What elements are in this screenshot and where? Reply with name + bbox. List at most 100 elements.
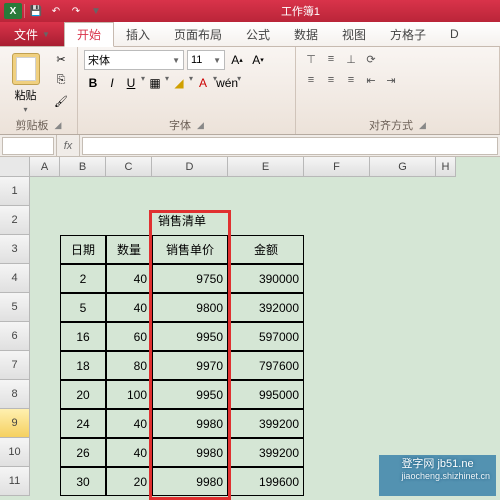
dialog-launcher-icon[interactable]: ◢ [197, 120, 204, 131]
row-header[interactable]: 2 [0, 206, 30, 235]
fill-color-button[interactable]: ◢ [170, 74, 188, 92]
cell[interactable]: 金额 [228, 235, 304, 264]
cell[interactable]: 399200 [228, 438, 304, 467]
column-header[interactable]: H [436, 157, 456, 177]
cell[interactable]: 40 [106, 409, 152, 438]
tab-formulas[interactable]: 公式 [234, 22, 282, 46]
italic-button[interactable]: I [103, 74, 121, 92]
qat-dropdown-icon[interactable]: ▼ [87, 3, 105, 19]
cell[interactable]: 40 [106, 438, 152, 467]
increase-indent-icon[interactable]: ⇥ [382, 71, 400, 89]
cell[interactable]: 销售单价 [152, 235, 228, 264]
formula-input[interactable] [82, 137, 498, 155]
chevron-down-icon[interactable]: ▾ [165, 74, 169, 92]
format-painter-button[interactable]: 🖌 [51, 92, 71, 110]
tab-file[interactable]: 文件▼ [0, 22, 64, 46]
align-right-icon[interactable]: ≡ [342, 71, 360, 89]
orientation-icon[interactable]: ⟳ [362, 50, 380, 68]
column-header[interactable]: G [370, 157, 436, 177]
cell[interactable]: 20 [60, 380, 106, 409]
cell[interactable]: 60 [106, 322, 152, 351]
font-size-select[interactable]: 11▼ [187, 50, 225, 70]
cell[interactable]: 40 [106, 264, 152, 293]
worksheet-grid[interactable]: ABCDEFGH 1234567891011 销售清单日期数量销售单价金额240… [0, 157, 500, 500]
cell[interactable]: 9980 [152, 467, 228, 496]
cell[interactable]: 9950 [152, 380, 228, 409]
row-header[interactable]: 6 [0, 322, 30, 351]
align-left-icon[interactable]: ≡ [302, 71, 320, 89]
chevron-down-icon[interactable]: ▾ [237, 74, 241, 92]
column-header[interactable]: A [30, 157, 60, 177]
decrease-font-icon[interactable]: A▾ [249, 51, 267, 69]
chevron-down-icon[interactable]: ▾ [141, 74, 145, 92]
cell[interactable]: 26 [60, 438, 106, 467]
font-color-button[interactable]: A [194, 74, 212, 92]
dialog-launcher-icon[interactable]: ◢ [55, 120, 62, 131]
decrease-indent-icon[interactable]: ⇤ [362, 71, 380, 89]
select-all-corner[interactable] [0, 157, 30, 177]
row-header[interactable]: 11 [0, 467, 30, 496]
undo-icon[interactable]: ↶ [47, 3, 65, 19]
column-header[interactable]: C [106, 157, 152, 177]
redo-icon[interactable]: ↷ [67, 3, 85, 19]
column-header[interactable]: D [152, 157, 228, 177]
cell[interactable]: 9980 [152, 409, 228, 438]
cell[interactable]: 392000 [228, 293, 304, 322]
increase-font-icon[interactable]: A▴ [228, 51, 246, 69]
row-header[interactable]: 4 [0, 264, 30, 293]
tab-page-layout[interactable]: 页面布局 [162, 22, 234, 46]
phonetic-button[interactable]: wén [218, 74, 236, 92]
tab-home[interactable]: 开始 [64, 22, 114, 47]
row-header[interactable]: 5 [0, 293, 30, 322]
cell[interactable]: 80 [106, 351, 152, 380]
row-header[interactable]: 9 [0, 409, 30, 438]
cell[interactable]: 9750 [152, 264, 228, 293]
cell[interactable]: 9970 [152, 351, 228, 380]
cell[interactable]: 18 [60, 351, 106, 380]
cell[interactable]: 390000 [228, 264, 304, 293]
underline-button[interactable]: U [122, 74, 140, 92]
paste-button[interactable]: 粘贴 ▾ [6, 50, 45, 116]
tab-data[interactable]: 数据 [282, 22, 330, 46]
cell[interactable]: 797600 [228, 351, 304, 380]
font-name-select[interactable]: 宋体▼ [84, 50, 184, 70]
cell[interactable]: 9950 [152, 322, 228, 351]
cell[interactable]: 2 [60, 264, 106, 293]
name-box[interactable] [2, 137, 54, 155]
cell[interactable]: 24 [60, 409, 106, 438]
tab-fanggezi[interactable]: 方格子 [378, 22, 438, 46]
copy-button[interactable]: ⎘ [51, 71, 71, 89]
cell[interactable]: 16 [60, 322, 106, 351]
column-header[interactable]: B [60, 157, 106, 177]
row-header[interactable]: 10 [0, 438, 30, 467]
cell[interactable]: 30 [60, 467, 106, 496]
cell[interactable]: 597000 [228, 322, 304, 351]
row-header[interactable]: 3 [0, 235, 30, 264]
align-top-icon[interactable]: ⊤ [302, 50, 320, 68]
fx-icon[interactable]: fx [56, 135, 80, 156]
tab-d[interactable]: D [438, 22, 471, 46]
cell[interactable]: 20 [106, 467, 152, 496]
column-header[interactable]: F [304, 157, 370, 177]
tab-view[interactable]: 视图 [330, 22, 378, 46]
cell[interactable]: 9800 [152, 293, 228, 322]
align-middle-icon[interactable]: ≡ [322, 50, 340, 68]
cut-button[interactable]: ✂ [51, 50, 71, 68]
row-header[interactable]: 1 [0, 177, 30, 206]
cell[interactable]: 100 [106, 380, 152, 409]
cell[interactable]: 9980 [152, 438, 228, 467]
row-header[interactable]: 8 [0, 380, 30, 409]
cell[interactable]: 995000 [228, 380, 304, 409]
save-icon[interactable]: 💾 [27, 3, 45, 19]
cell[interactable]: 199600 [228, 467, 304, 496]
column-header[interactable]: E [228, 157, 304, 177]
cell[interactable]: 销售清单 [60, 206, 304, 235]
align-bottom-icon[interactable]: ⊥ [342, 50, 360, 68]
cell[interactable]: 40 [106, 293, 152, 322]
tab-insert[interactable]: 插入 [114, 22, 162, 46]
bold-button[interactable]: B [84, 74, 102, 92]
cell[interactable]: 5 [60, 293, 106, 322]
row-header[interactable]: 7 [0, 351, 30, 380]
dialog-launcher-icon[interactable]: ◢ [419, 120, 426, 131]
cell[interactable]: 日期 [60, 235, 106, 264]
